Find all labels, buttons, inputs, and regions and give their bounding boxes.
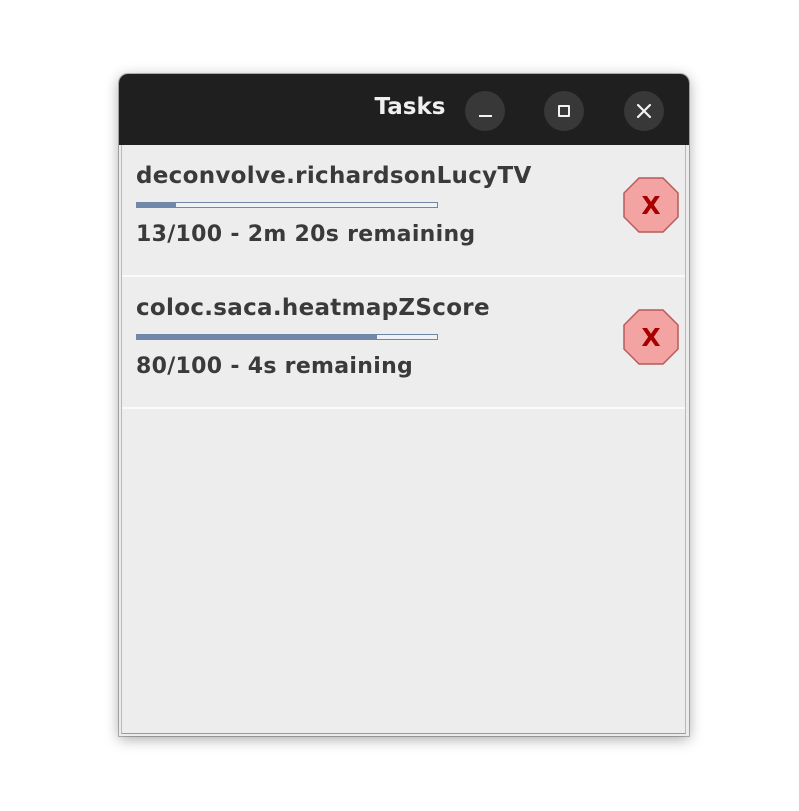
task-name: coloc.saca.heatmapZScore: [136, 295, 490, 321]
minimize-button[interactable]: [465, 91, 505, 131]
tasks-window: Tasks deconvolve.richardsonLucyTV 13/100…: [119, 74, 689, 736]
maximize-button[interactable]: [544, 91, 584, 131]
cancel-label: X: [641, 323, 660, 352]
cancel-label: X: [641, 191, 660, 220]
minimize-icon: [478, 115, 492, 117]
title-bar[interactable]: Tasks: [119, 74, 689, 145]
task-item: deconvolve.richardsonLucyTV 13/100 - 2m …: [122, 145, 685, 277]
task-status: 80/100 - 4s remaining: [136, 354, 414, 379]
task-name: deconvolve.richardsonLucyTV: [136, 163, 532, 189]
task-progress-bar: [136, 334, 438, 340]
window-title: Tasks: [374, 94, 446, 120]
cancel-task-button[interactable]: X: [622, 308, 680, 366]
cancel-task-button[interactable]: X: [622, 176, 680, 234]
task-progress-bar: [136, 202, 438, 208]
close-window-button[interactable]: [624, 91, 664, 131]
task-status: 13/100 - 2m 20s remaining: [136, 222, 476, 247]
maximize-icon: [558, 105, 570, 117]
task-list: deconvolve.richardsonLucyTV 13/100 - 2m …: [121, 145, 686, 734]
task-item: coloc.saca.heatmapZScore 80/100 - 4s rem…: [122, 277, 685, 409]
task-progress-fill: [137, 203, 176, 207]
task-progress-fill: [137, 335, 377, 339]
close-icon: [636, 103, 652, 119]
